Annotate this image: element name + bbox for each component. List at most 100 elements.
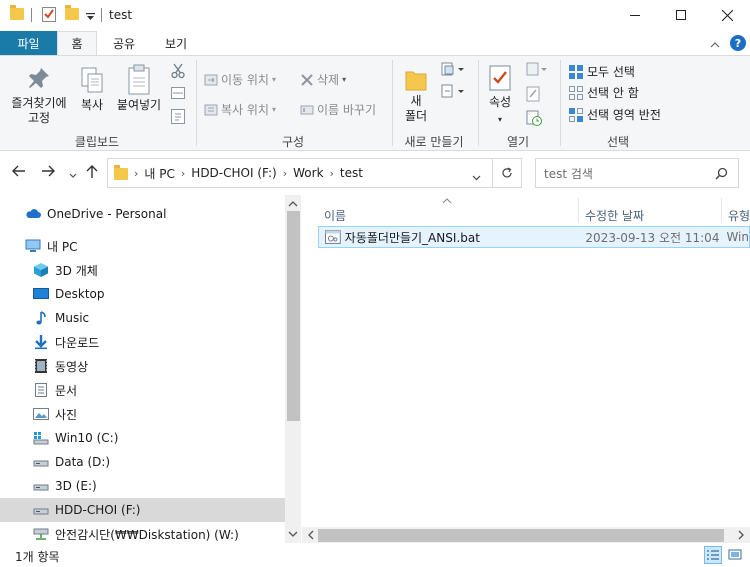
up-button[interactable] [86,165,98,183]
help-icon[interactable]: ? [730,35,746,51]
close-icon [721,9,733,21]
column-header-name[interactable]: 이름 [324,207,346,224]
file-list-scroll-thumb[interactable] [318,529,724,542]
new-item-icon[interactable] [441,62,465,79]
nav-item-3d-objects[interactable]: 3D 개체 [0,258,285,282]
dropdown-icon: ▾ [342,75,347,84]
navigation-scroll-thumb[interactable] [287,211,300,421]
refresh-button[interactable] [492,158,522,188]
paste-label: 붙여넣기 [116,98,162,112]
nav-item-onedrive[interactable]: OneDrive - Personal [0,202,285,226]
organize-group-label: 구성 [281,135,305,149]
column-header-type[interactable]: 유형 [728,207,750,224]
nav-item-this-pc[interactable]: 내 PC [0,234,285,258]
edit-icon[interactable] [526,86,540,105]
easy-access-icon[interactable] [441,84,465,101]
back-arrow-icon [12,165,25,177]
move-to-button[interactable]: 이동 위치 ▾ [204,71,276,88]
large-icons-view-button[interactable] [726,546,744,564]
pin-to-quick-access-button[interactable]: 즐겨찾기에 고정 [6,66,72,126]
nav-item-downloads[interactable]: 다운로드 [0,330,285,354]
divider [101,8,102,22]
open-icon[interactable] [526,62,548,79]
back-button[interactable] [12,165,26,181]
paste-shortcut-icon[interactable] [171,108,185,127]
breadcrumb-separator[interactable]: › [181,167,185,180]
breadcrumb-this-pc[interactable]: 내 PC [144,165,174,182]
tab-share[interactable]: 공유 [100,31,148,55]
title-bar: test [0,0,750,31]
select-group-label: 선택 [606,135,630,149]
rename-button[interactable]: 이름 바꾸기 [300,101,376,118]
search-input[interactable]: test 검색 [535,158,739,188]
recent-locations-button[interactable] [69,167,77,183]
drive-icon [33,508,49,515]
search-icon[interactable] [715,167,728,183]
scroll-up-icon [288,201,298,207]
pin-label: 즐겨찾기에 고정 [11,96,67,125]
nav-item-drive-c[interactable]: Win10 (C:) [0,426,285,450]
maximize-button[interactable] [658,0,704,30]
chevron-down-icon [69,173,77,178]
collapse-ribbon-icon[interactable] [710,37,720,51]
details-view-button[interactable] [704,546,722,564]
breadcrumb-work[interactable]: Work [293,166,323,180]
cut-icon[interactable] [171,63,185,82]
invert-selection-label: 선택 영역 반전 [587,108,661,122]
breadcrumb-test[interactable]: test [340,166,363,180]
copy-path-icon[interactable] [171,87,185,102]
chevron-down-icon [472,175,481,181]
properties-icon[interactable] [42,6,56,25]
customize-quick-access-icon[interactable] [86,10,95,24]
minimize-button[interactable] [612,0,658,30]
nav-item-drive-f[interactable]: HDD-CHOI (F:) [0,498,285,522]
nav-item-documents[interactable]: 문서 [0,378,285,402]
breadcrumb-drive[interactable]: HDD-CHOI (F:) [191,166,276,180]
copy-to-button[interactable]: 복사 위치 ▾ [204,101,276,118]
nav-item-network-drive-w[interactable]: 안전감시단(₩₩Diskstation) (W:) [0,522,285,543]
folder-icon [114,165,128,180]
nav-item-drive-e[interactable]: 3D (E:) [0,474,285,498]
new-group-label: 새로 만들기 [404,135,464,149]
properties-button[interactable]: 속성 ▾ [483,65,517,127]
breadcrumb-separator[interactable]: › [330,167,334,180]
delete-button[interactable]: 삭제 ▾ [300,71,346,88]
new-folder-button[interactable]: 새 폴더 [400,66,432,124]
drive-icon [33,484,49,491]
column-divider[interactable] [578,198,579,222]
breadcrumb-separator[interactable]: › [134,167,138,180]
nav-item-pictures[interactable]: 사진 [0,402,285,426]
address-bar[interactable]: › 내 PC › HDD-CHOI (F:) › Work › test [107,158,522,188]
desktop-icon [33,288,49,299]
address-history-button[interactable] [472,170,481,184]
select-all-button[interactable]: 모두 선택 [568,63,635,80]
tab-home[interactable]: 홈 [57,31,97,55]
history-icon[interactable] [526,110,542,129]
invert-selection-button[interactable]: 선택 영역 반전 [568,106,661,123]
nav-item-music[interactable]: Music [0,306,285,330]
rename-icon [300,105,314,114]
select-none-button[interactable]: 선택 안 함 [568,84,639,101]
file-row[interactable]: 자동폴더만들기_ANSI.bat 2023-09-13 오전 11:04 Win [318,226,750,248]
nav-item-videos[interactable]: 동영상 [0,354,285,378]
rename-label: 이름 바꾸기 [317,103,377,117]
paste-icon [128,64,150,95]
tab-file[interactable]: 파일 [0,31,57,55]
paste-button[interactable]: 붙여넣기 [115,64,163,113]
delete-icon [301,73,313,86]
dropdown-icon: ▾ [271,75,276,84]
nav-item-label: HDD-CHOI (F:) [55,503,141,517]
dropdown-icon: ▾ [271,105,276,114]
item-count: 1개 항목 [15,550,60,564]
column-header-modified[interactable]: 수정한 날짜 [585,207,644,224]
document-icon [35,383,47,397]
column-divider[interactable] [721,198,722,222]
forward-button[interactable] [41,165,55,181]
breadcrumb-separator[interactable]: › [283,167,287,180]
nav-item-drive-d[interactable]: Data (D:) [0,450,285,474]
copy-button[interactable]: 복사 [77,66,107,113]
nav-item-desktop[interactable]: Desktop [0,282,285,306]
tab-view[interactable]: 보기 [152,31,200,55]
close-button[interactable] [704,0,750,30]
delete-label: 삭제 [317,73,340,87]
